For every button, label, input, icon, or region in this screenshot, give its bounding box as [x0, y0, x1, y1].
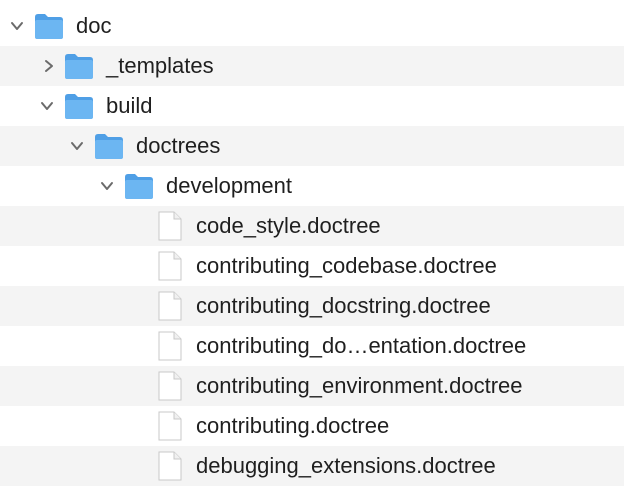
document-icon: [157, 251, 183, 281]
chevron-down-icon[interactable]: [99, 178, 115, 194]
document-icon: [157, 451, 183, 481]
folder-icon: [94, 132, 124, 160]
folder-icon: [64, 52, 94, 80]
list-row-file[interactable]: code_style.doctree: [0, 206, 624, 246]
item-name: code_style.doctree: [196, 213, 381, 238]
list-row-file[interactable]: contributing_environment.doctree: [0, 366, 624, 406]
finder-list-view: doc _templates build doctrees developmen…: [0, 0, 624, 488]
list-row-file[interactable]: contributing_docstring.doctree: [0, 286, 624, 326]
list-row-folder-doc[interactable]: doc: [0, 6, 624, 46]
list-row-partial[interactable]: [0, 0, 624, 5]
item-name: build: [106, 93, 153, 118]
chevron-down-icon[interactable]: [9, 18, 25, 34]
item-name: _templates: [106, 53, 214, 78]
item-name: contributing_do…entation.doctree: [196, 333, 527, 358]
folder-icon: [64, 92, 94, 120]
item-name: contributing_docstring.doctree: [196, 293, 491, 318]
folder-icon: [124, 172, 154, 200]
folder-icon: [34, 12, 64, 40]
list-row-file[interactable]: contributing.doctree: [0, 406, 624, 446]
item-name: contributing_environment.doctree: [196, 373, 523, 398]
list-row-folder-development[interactable]: development: [0, 166, 624, 206]
item-name: development: [166, 173, 292, 198]
item-name: debugging_extensions.doctree: [196, 453, 496, 478]
list-row-folder-templates[interactable]: _templates: [0, 46, 624, 86]
list-row-file[interactable]: contributing_do…entation.doctree: [0, 326, 624, 366]
item-name: doctrees: [136, 133, 221, 158]
chevron-down-icon[interactable]: [39, 98, 55, 114]
document-icon: [157, 291, 183, 321]
list-row-file[interactable]: debugging_extensions.doctree: [0, 446, 624, 486]
list-row-folder-build[interactable]: build: [0, 86, 624, 126]
document-icon: [157, 371, 183, 401]
item-name: contributing_codebase.doctree: [196, 253, 497, 278]
list-row-folder-doctrees[interactable]: doctrees: [0, 126, 624, 166]
chevron-right-icon[interactable]: [41, 58, 57, 74]
document-icon: [157, 331, 183, 361]
list-row-file[interactable]: contributing_codebase.doctree: [0, 246, 624, 286]
item-name: contributing.doctree: [196, 413, 390, 438]
chevron-down-icon[interactable]: [69, 138, 85, 154]
document-icon: [157, 411, 183, 441]
document-icon: [157, 211, 183, 241]
item-name: doc: [76, 13, 112, 38]
